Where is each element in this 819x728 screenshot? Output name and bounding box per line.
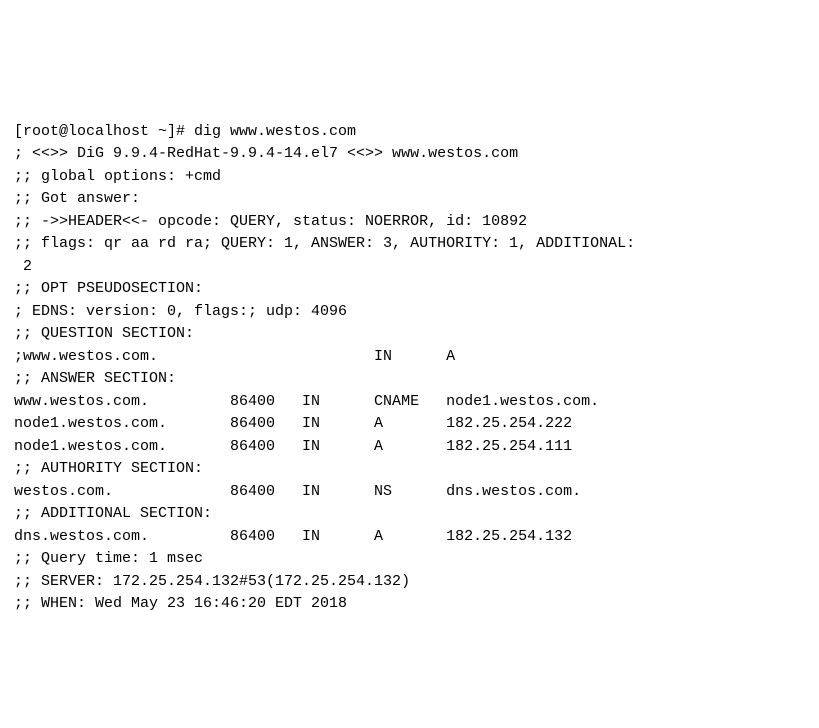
question-section-header: ;; QUESTION SECTION: xyxy=(14,325,194,342)
flags-line-2: 2 xyxy=(14,258,32,275)
answer-row-1: www.westos.com. 86400 IN CNAME node1.wes… xyxy=(14,393,599,410)
when-line: ;; WHEN: Wed May 23 16:46:20 EDT 2018 xyxy=(14,595,347,612)
server-line: ;; SERVER: 172.25.254.132#53(172.25.254.… xyxy=(14,573,410,590)
query-time-line: ;; Query time: 1 msec xyxy=(14,550,203,567)
additional-row: dns.westos.com. 86400 IN A 182.25.254.13… xyxy=(14,528,572,545)
additional-section-header: ;; ADDITIONAL SECTION: xyxy=(14,505,212,522)
answer-row-2: node1.westos.com. 86400 IN A 182.25.254.… xyxy=(14,415,572,432)
opt-pseudosection-header: ;; OPT PSEUDOSECTION: xyxy=(14,280,203,297)
header-opcode-line: ;; ->>HEADER<<- opcode: QUERY, status: N… xyxy=(14,213,527,230)
shell-prompt: [root@localhost ~]# xyxy=(14,123,194,140)
authority-row: westos.com. 86400 IN NS dns.westos.com. xyxy=(14,483,581,500)
terminal-output: [root@localhost ~]# dig www.westos.com ;… xyxy=(14,98,805,616)
command-line: [root@localhost ~]# dig www.westos.com xyxy=(14,123,356,140)
answer-section-header: ;; ANSWER SECTION: xyxy=(14,370,176,387)
edns-line: ; EDNS: version: 0, flags:; udp: 4096 xyxy=(14,303,347,320)
answer-row-3: node1.westos.com. 86400 IN A 182.25.254.… xyxy=(14,438,572,455)
got-answer-line: ;; Got answer: xyxy=(14,190,140,207)
dig-command: dig www.westos.com xyxy=(194,123,356,140)
authority-section-header: ;; AUTHORITY SECTION: xyxy=(14,460,203,477)
flags-line-1: ;; flags: qr aa rd ra; QUERY: 1, ANSWER:… xyxy=(14,235,635,252)
question-row: ;www.westos.com. IN A xyxy=(14,348,455,365)
dig-version-line: ; <<>> DiG 9.9.4-RedHat-9.9.4-14.el7 <<>… xyxy=(14,145,518,162)
global-options-line: ;; global options: +cmd xyxy=(14,168,221,185)
